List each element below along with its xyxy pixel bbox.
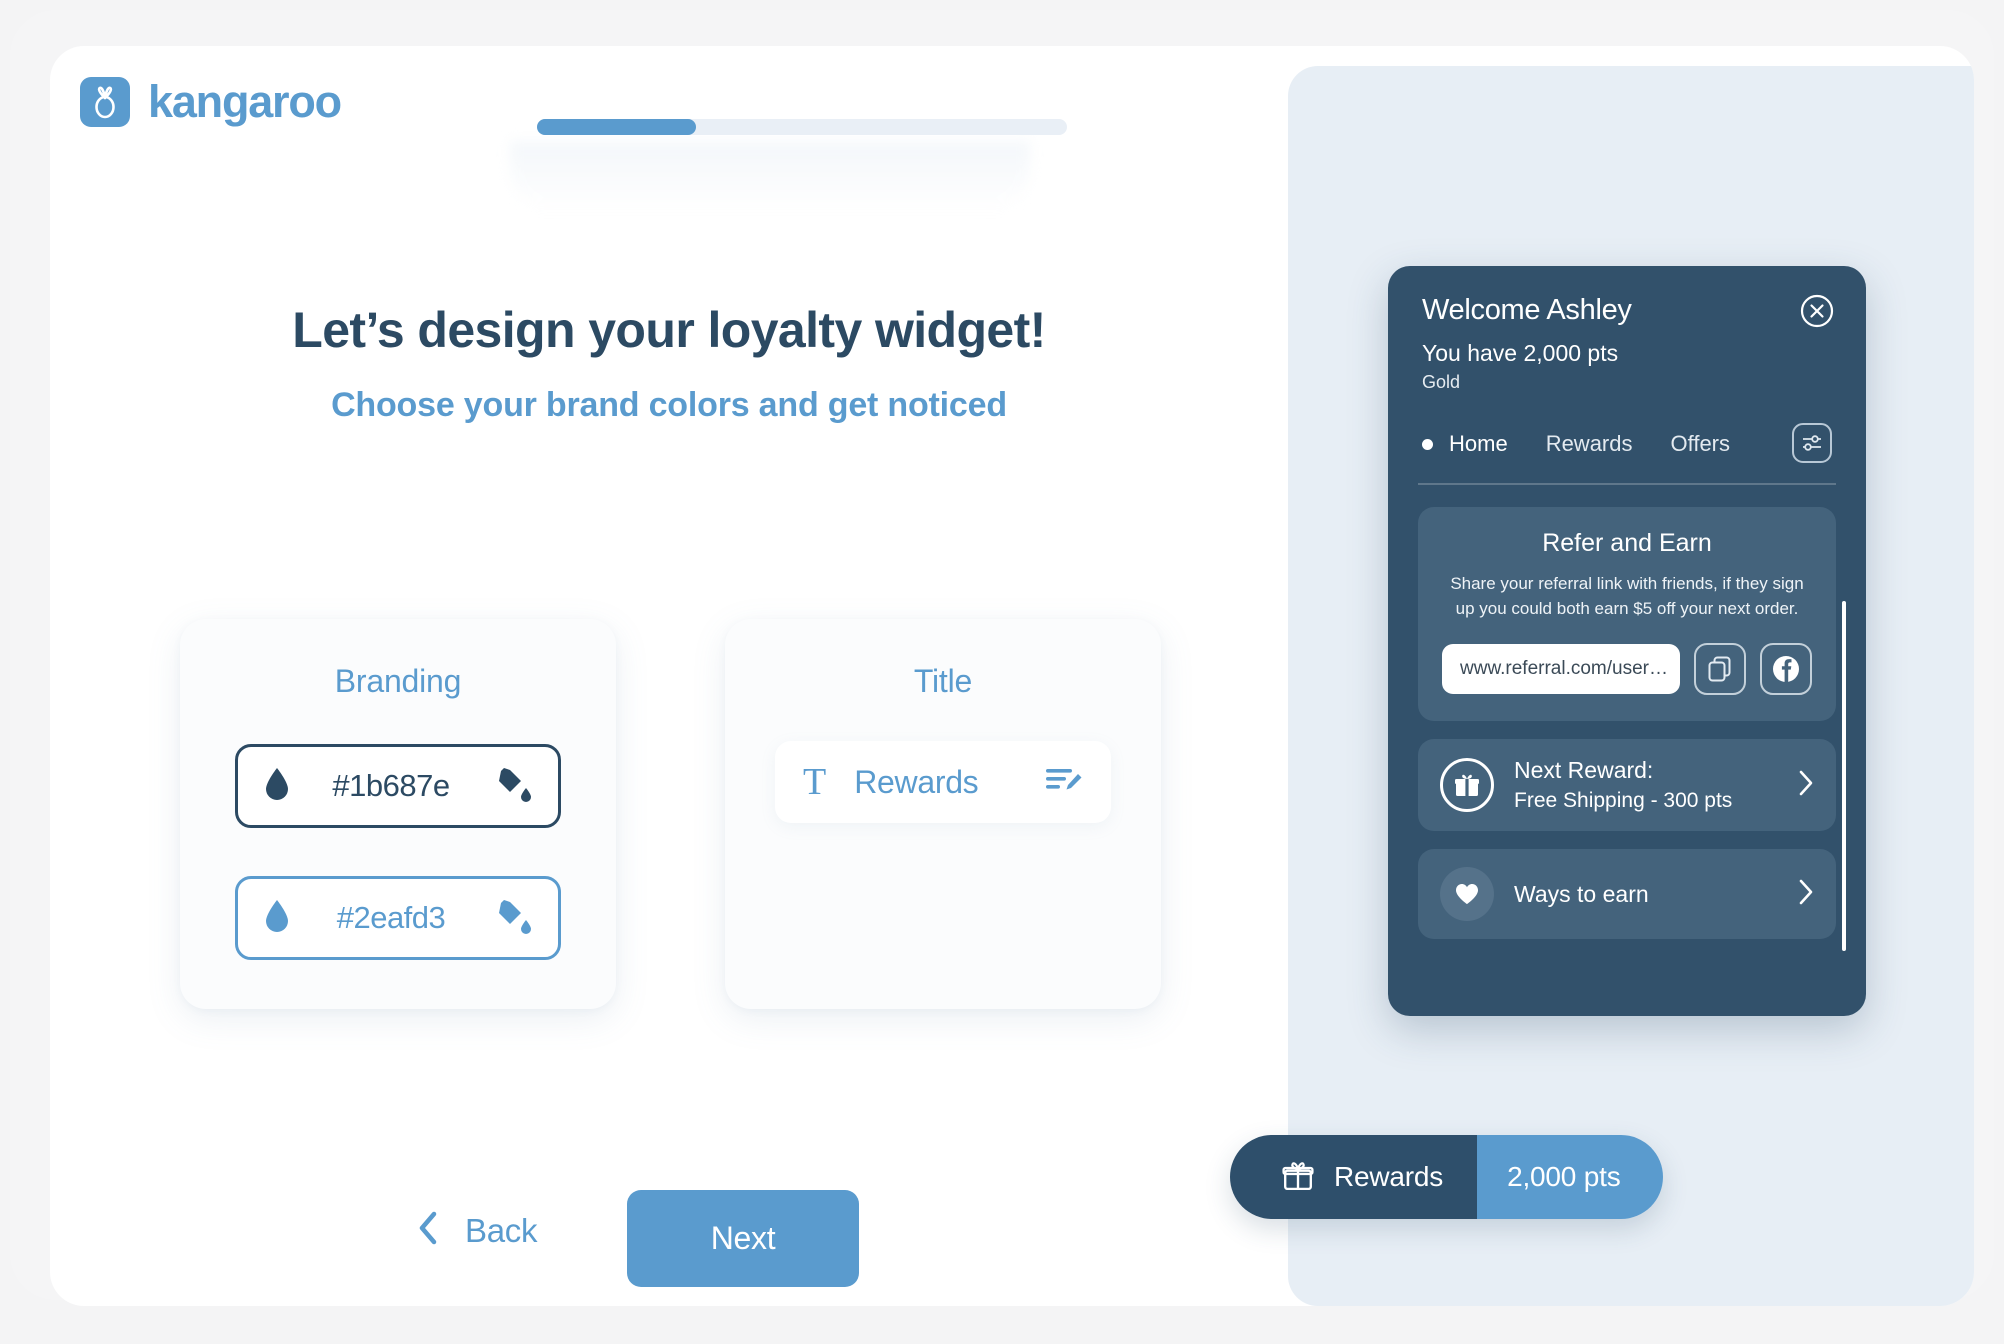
widget-title-value: Rewards (854, 763, 979, 800)
refer-description: Share your referral link with friends, i… (1450, 574, 1804, 618)
rewards-launcher-pill[interactable]: Rewards 2,000 pts (1230, 1135, 1663, 1219)
widget-tier-text: Gold (1422, 372, 1461, 392)
onboarding-progress-bar (537, 119, 1067, 135)
next-reward-text: Next Reward: Free Shipping - 300 pts (1514, 757, 1778, 813)
widget-nav-offers[interactable]: Offers (1671, 431, 1731, 457)
brand-name: kangaroo (148, 76, 342, 127)
heart-icon (1440, 867, 1494, 922)
paint-bucket-icon[interactable] (492, 898, 532, 939)
page-subtitle: Choose your brand colors and get noticed (331, 386, 1007, 424)
progress-glow (510, 141, 1030, 211)
active-nav-dot-icon (1422, 438, 1433, 450)
ways-to-earn-title: Ways to earn (1514, 880, 1649, 907)
sliders-icon[interactable] (1792, 423, 1832, 463)
rewards-pill-label: Rewards (1334, 1161, 1444, 1192)
widget-body: Refer and Earn Share your referral link … (1388, 485, 1866, 940)
refer-and-earn-card: Refer and Earn Share your referral link … (1418, 507, 1836, 722)
chevron-left-icon (417, 1211, 439, 1250)
title-card-label: Title (913, 663, 973, 699)
app-card: kangaroo Let’s design your loyalty widge… (50, 46, 1974, 1306)
chevron-right-icon (1798, 878, 1814, 911)
ways-to-earn-text: Ways to earn (1514, 881, 1778, 908)
outer-window-frame: kangaroo Let’s design your loyalty widge… (10, 10, 1994, 1306)
widget-title-input[interactable]: T Rewards (775, 741, 1111, 823)
progress-fill (537, 119, 696, 135)
page-title: Let’s design your loyalty widget! (292, 302, 1046, 358)
secondary-color-value: #2eafd3 (336, 900, 446, 935)
rewards-pill-left: Rewards (1230, 1135, 1478, 1219)
next-reward-row[interactable]: Next Reward: Free Shipping - 300 pts (1418, 739, 1836, 832)
widget-welcome-text: Welcome Ashley (1422, 294, 1632, 326)
primary-color-value: #1b687e (332, 768, 450, 803)
rewards-pill-points: 2,000 pts (1477, 1135, 1663, 1219)
copy-icon[interactable] (1694, 643, 1746, 696)
widget-points-text: You have 2,000 pts (1422, 340, 1619, 366)
branding-card: Branding #1b687e #2eafd3 (180, 619, 616, 1009)
widget-preview-pane: Welcome Ashley You have 2,000 pts Gold H… (1230, 66, 1974, 1306)
loyalty-widget-preview: Welcome Ashley You have 2,000 pts Gold H… (1388, 266, 1866, 1016)
brand-logo: kangaroo (80, 76, 342, 128)
facebook-icon[interactable] (1760, 643, 1812, 696)
referral-link-input[interactable]: www.referral.com/user… (1442, 644, 1680, 695)
back-button[interactable]: Back (417, 1211, 537, 1250)
water-drop-icon (264, 899, 290, 938)
close-circle-icon[interactable] (1800, 294, 1834, 328)
widget-scrollbar[interactable] (1842, 601, 1846, 951)
branding-card-label: Branding (334, 663, 462, 699)
refer-link-row: www.referral.com/user… (1442, 643, 1812, 696)
edit-text-icon[interactable] (1045, 765, 1083, 800)
refer-title: Refer and Earn (1542, 529, 1712, 557)
widget-header: Welcome Ashley You have 2,000 pts Gold (1388, 266, 1866, 393)
title-card: Title T Rewards (725, 619, 1161, 1009)
widget-nav-rewards[interactable]: Rewards (1546, 431, 1633, 457)
text-type-icon: T (803, 761, 827, 803)
widget-nav: Home Rewards Offers (1388, 423, 1866, 463)
gift-icon (1282, 1159, 1314, 1196)
next-reward-subtitle: Free Shipping - 300 pts (1514, 789, 1733, 813)
water-drop-icon (264, 767, 290, 806)
kangaroo-logo-icon (80, 77, 130, 127)
next-button[interactable]: Next (627, 1190, 859, 1287)
secondary-color-field[interactable]: #2eafd3 (235, 876, 561, 960)
gift-ring-icon (1440, 758, 1494, 813)
next-reward-title: Next Reward: (1514, 757, 1654, 784)
primary-color-field[interactable]: #1b687e (235, 744, 561, 828)
setup-pane: kangaroo Let’s design your loyalty widge… (50, 46, 1288, 1306)
ways-to-earn-row[interactable]: Ways to earn (1418, 849, 1836, 940)
paint-bucket-icon[interactable] (492, 766, 532, 807)
widget-nav-home[interactable]: Home (1449, 431, 1508, 457)
chevron-right-icon (1798, 769, 1814, 802)
back-button-label: Back (465, 1211, 538, 1249)
